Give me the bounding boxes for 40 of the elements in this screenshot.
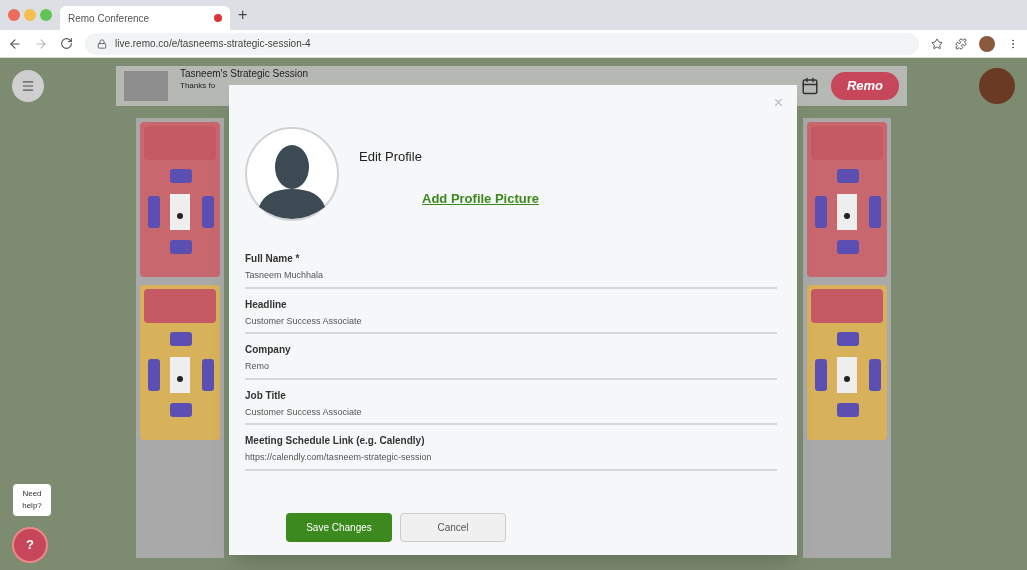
field-label: Company: [245, 343, 292, 357]
bookmark-star-icon[interactable]: [931, 37, 943, 50]
extensions-icon[interactable]: [955, 37, 967, 50]
new-tab-icon[interactable]: +: [238, 7, 248, 23]
event-subtitle: Thanks fo: [180, 80, 217, 92]
reload-icon[interactable]: [60, 37, 73, 50]
profile-avatar[interactable]: [979, 35, 995, 52]
save-button[interactable]: Save Changes: [286, 513, 392, 542]
event-logo-placeholder: [124, 71, 168, 101]
text-field[interactable]: Customer Success Associate: [245, 314, 777, 334]
table-card[interactable]: [140, 122, 220, 277]
avatar-silhouette-icon[interactable]: [245, 127, 339, 221]
text-field[interactable]: Remo: [245, 360, 777, 380]
url-text: live.remo.co/e/tasneems-strategic-session-4: [115, 37, 311, 51]
table-card[interactable]: [807, 285, 887, 440]
browser-tab[interactable]: Remo Conference: [60, 6, 230, 30]
tab-title: Remo Conference: [68, 11, 151, 26]
user-avatar[interactable]: [979, 68, 1015, 104]
text-field[interactable]: Customer Success Associate: [245, 405, 777, 425]
text-field[interactable]: Tasneem Muchhala: [245, 269, 777, 289]
field-label: Full Name *: [245, 252, 301, 266]
table-card[interactable]: [140, 285, 220, 440]
table-banner: [144, 289, 216, 323]
menu-icon: [21, 79, 35, 93]
field-label: Job Title: [245, 388, 287, 403]
table-banner: [811, 289, 883, 323]
calendar-icon[interactable]: [800, 77, 819, 95]
text-field[interactable]: https://calendly.com/tasneem-strategic-session: [245, 451, 777, 471]
modal-title: Edit Profile: [359, 148, 423, 166]
add-profile-picture-link[interactable]: Add Profile Picture: [422, 188, 540, 208]
table-card[interactable]: [807, 122, 887, 277]
back-icon[interactable]: [8, 36, 22, 51]
field-label: Meeting Schedule Link (e.g. Calendly): [245, 434, 426, 448]
help-tooltip: Need help?: [13, 484, 51, 516]
lock-icon: [97, 38, 107, 49]
event-title: Tasneem's Strategic Session: [180, 68, 310, 80]
address-bar[interactable]: live.remo.co/e/tasneems-strategic-session-4: [85, 32, 919, 55]
field-label: Headline: [245, 297, 288, 312]
remo-logo: Remo: [830, 72, 899, 100]
cancel-button[interactable]: Cancel: [400, 513, 506, 542]
